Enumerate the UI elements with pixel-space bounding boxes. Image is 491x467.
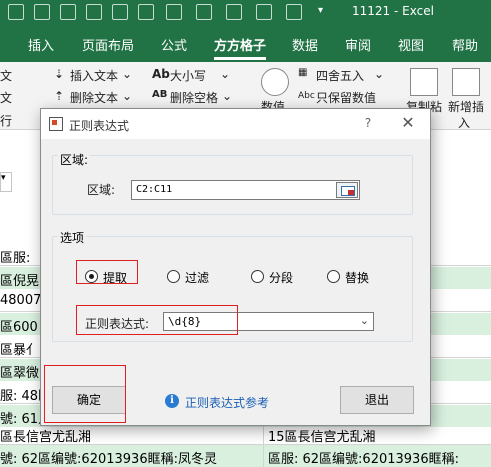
tab-formulas[interactable]: 公式 [161, 35, 187, 54]
regex-dialog: 正则表达式 ? ✕ 区域: 区域: C2:C11 选项 提取 过滤 分段 替换 … [40, 108, 431, 426]
tab-page-layout[interactable]: 页面布局 [82, 35, 134, 54]
table-row[interactable]: 區長信宫尤乱湘 15區長信宫尤乱湘 [0, 423, 491, 445]
cell-c[interactable]: 區服: 62區编號:62013936眶稱: [264, 445, 491, 467]
numeric-icon[interactable] [261, 68, 289, 96]
radio-segment-label: 分段 [269, 271, 294, 285]
exit-button[interactable]: 退出 [340, 386, 414, 414]
ribbon-left-item-3[interactable]: 行 [0, 112, 12, 129]
cell-a[interactable]: 號: 62區编號:62013936眶稱:凤冬灵 [0, 445, 264, 467]
excel-title-bar: ▾ 11121 - Excel [0, 0, 491, 26]
radio-extract-dot[interactable] [85, 270, 98, 283]
app-title: 11121 - Excel [352, 4, 434, 18]
dialog-title: 正则表达式 [69, 119, 130, 133]
undo-icon[interactable] [34, 4, 50, 20]
radio-extract-label: 提取 [103, 271, 128, 285]
new-insert-button[interactable]: 新增插 [448, 98, 484, 115]
save-icon[interactable] [8, 4, 24, 20]
region-label: 区域: [87, 183, 116, 197]
layout-icon[interactable] [286, 4, 302, 20]
region-input[interactable]: C2:C11 [131, 180, 360, 200]
round-dropdown-icon[interactable]: ⌄ [374, 67, 384, 81]
delete-spaces-dropdown-icon[interactable]: ⌄ [222, 89, 232, 103]
delete-text-button[interactable]: 删除文本 [70, 89, 118, 106]
tab-insert[interactable]: 插入 [28, 35, 54, 54]
delete-spaces-icon: AB [152, 89, 168, 100]
regex-label: 正则表达式: [85, 317, 150, 331]
table-icon[interactable] [138, 4, 154, 20]
function-icon[interactable] [256, 4, 272, 20]
chevron-down-icon[interactable]: ⌄ [360, 314, 369, 327]
radio-segment-dot[interactable] [251, 270, 264, 283]
tab-view[interactable]: 视图 [398, 35, 424, 54]
ribbon-tab-bar: 插入 页面布局 公式 方方格子 数据 审阅 视图 帮助 [0, 26, 491, 62]
case-icon: Ab [152, 67, 170, 81]
sort-icon[interactable] [196, 4, 212, 20]
insert-text-button[interactable]: 插入文本 [70, 67, 118, 84]
filter-icon[interactable] [112, 4, 128, 20]
tab-help[interactable]: 帮助 [452, 35, 478, 54]
upper-lower-dropdown-icon[interactable]: ⌄ [220, 67, 230, 81]
new-insert-sub-label: 入 [458, 116, 471, 130]
insert-text-icon: ⇣ [54, 67, 65, 81]
insert-text-dropdown-icon[interactable]: ⌄ [122, 67, 132, 81]
round-button[interactable]: 四舍五入 [316, 67, 364, 84]
chevron-down-icon: ▾ [1, 173, 6, 183]
radio-replace-label: 替换 [345, 271, 370, 285]
region-group-label: 区域: [58, 151, 91, 168]
cell-c[interactable]: 15區長信宫尤乱湘 [264, 423, 491, 445]
redo-icon[interactable] [60, 4, 76, 20]
upper-lower-button[interactable]: 大小写 [170, 67, 206, 84]
customize-quick-access-icon[interactable]: ▾ [318, 5, 323, 16]
help-icon[interactable]: ? [361, 116, 375, 130]
radio-filter-label: 过滤 [185, 271, 210, 285]
table-row[interactable]: 號: 62區编號:62013936眶稱:凤冬灵 區服: 62區编號:620139… [0, 445, 491, 467]
tab-data[interactable]: 数据 [292, 35, 318, 54]
addin-logo-icon [49, 117, 63, 131]
delete-spaces-button[interactable]: 删除空格 [170, 89, 218, 106]
ribbon-left-item-1[interactable]: 文 [0, 67, 12, 84]
copy-paste-icon[interactable] [410, 68, 438, 96]
delete-text-dropdown-icon[interactable]: ⌄ [122, 89, 132, 103]
regex-input[interactable]: \d{8} [168, 315, 201, 328]
name-box-dropdown[interactable]: ▾ [0, 172, 12, 192]
range-select-icon[interactable] [336, 182, 358, 198]
options-group-label: 选项 [58, 229, 87, 246]
close-icon[interactable]: ✕ [399, 113, 417, 132]
radio-filter-dot[interactable] [167, 270, 180, 283]
grid-icon[interactable] [86, 4, 102, 20]
regex-reference-link[interactable]: 正则表达式参考 [185, 394, 269, 411]
regex-combobox[interactable]: \d{8} ⌄ [163, 312, 374, 331]
delete-text-icon: ⇡ [54, 89, 65, 103]
cell-a[interactable]: 區長信宫尤乱湘 [0, 423, 264, 445]
radio-replace-dot[interactable] [327, 270, 340, 283]
new-insert-icon[interactable] [452, 68, 480, 96]
keep-value-icon: Abc [298, 91, 315, 101]
round-icon: ▦ [298, 67, 308, 78]
keep-value-button[interactable]: 只保留数值 [316, 89, 376, 106]
tab-review[interactable]: 审阅 [345, 35, 371, 54]
dialog-title-bar[interactable]: 正则表达式 ? ✕ [41, 109, 430, 139]
tab-fangfang-gezi[interactable]: 方方格子 [214, 35, 267, 60]
settings-icon[interactable] [166, 4, 182, 20]
ok-button[interactable]: 确定 [52, 386, 126, 414]
info-icon: i [165, 394, 179, 408]
sheet-icon[interactable] [226, 4, 242, 20]
ribbon-left-item-2[interactable]: 文 [0, 89, 12, 106]
